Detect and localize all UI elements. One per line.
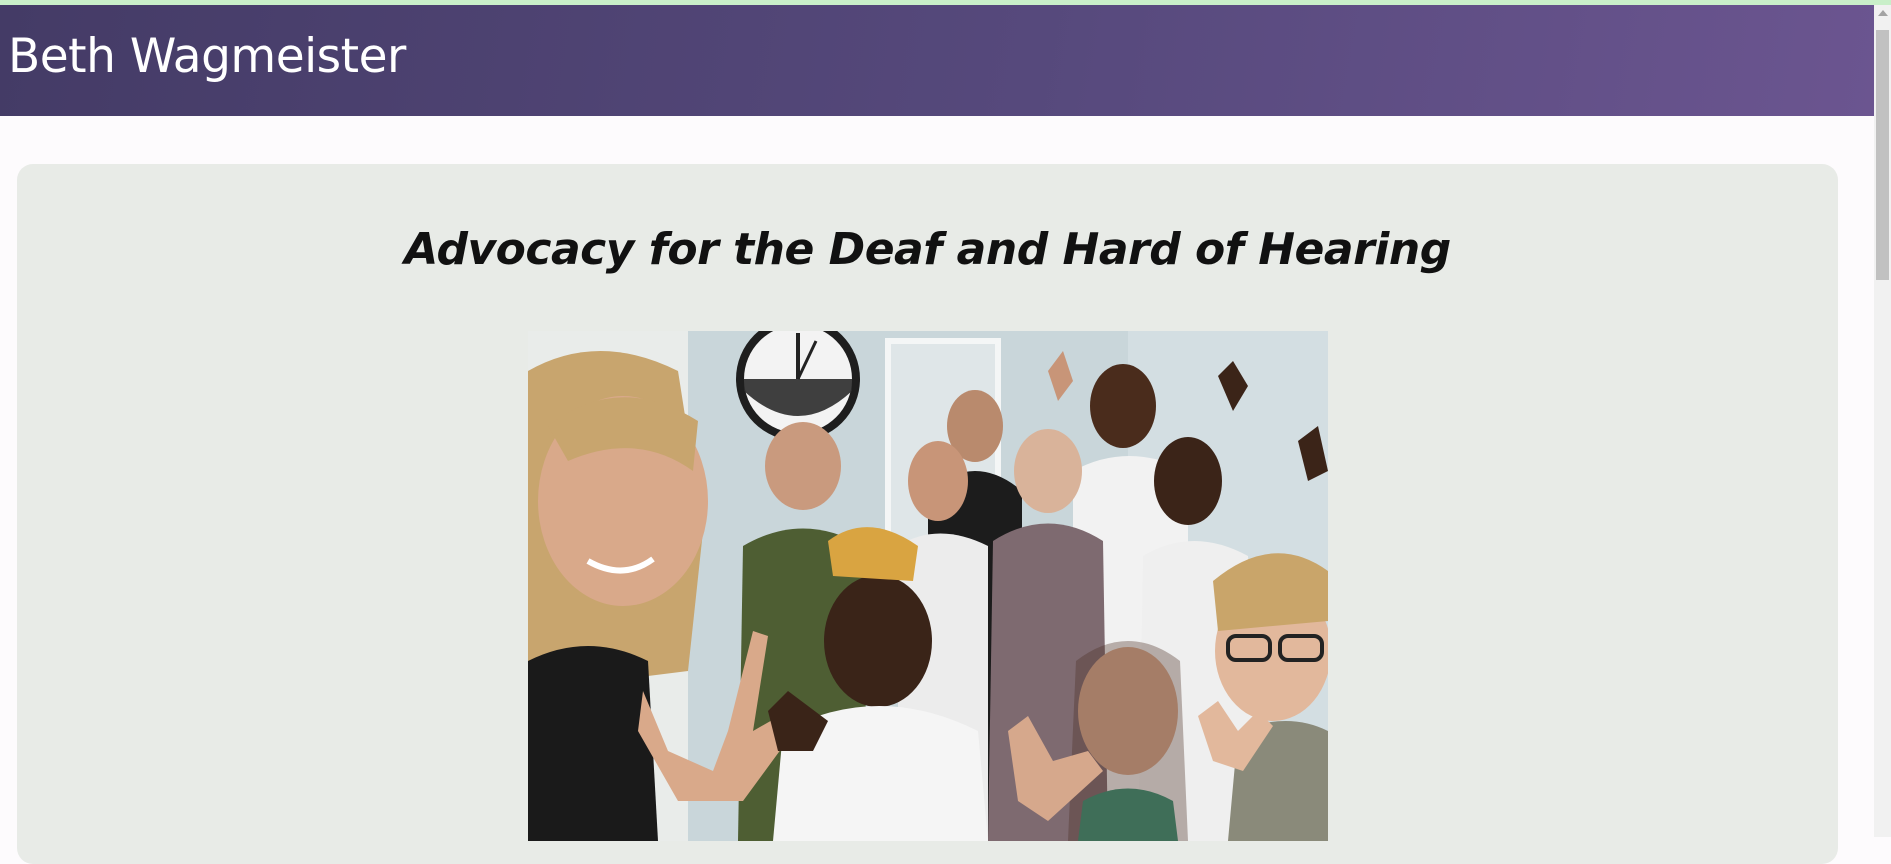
site-title[interactable]: Beth Wagmeister <box>8 33 406 80</box>
group-photo-illustration <box>528 331 1328 841</box>
page-scrollbar[interactable] <box>1874 5 1891 837</box>
page-heading: Advocacy for the Deaf and Hard of Hearin… <box>404 224 1451 275</box>
group-photo <box>528 331 1328 841</box>
scrollbar-thumb[interactable] <box>1876 30 1889 280</box>
up-arrow-icon[interactable] <box>1878 10 1888 16</box>
site-header: Beth Wagmeister <box>0 5 1874 116</box>
